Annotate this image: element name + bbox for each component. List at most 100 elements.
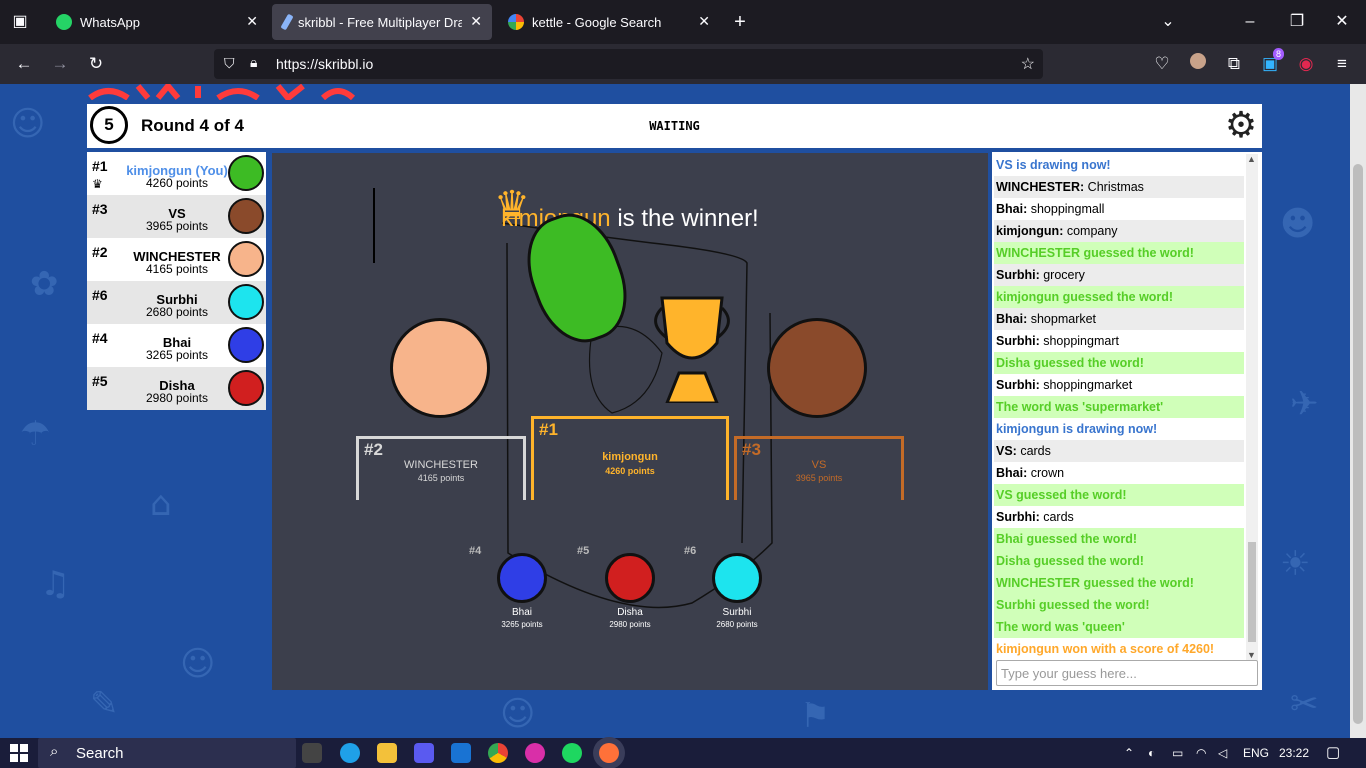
browser-app-icon[interactable] [525, 743, 545, 763]
player-row[interactable]: #3 VS 3965 points [87, 195, 266, 238]
chat-message: kimjongun is drawing now! [994, 418, 1244, 440]
clock[interactable]: 23:22 [1279, 746, 1309, 760]
player-row[interactable]: #4 Bhai 3265 points [87, 324, 266, 367]
chat-message: VS guessed the word! [994, 484, 1244, 506]
chat-author: VS: [996, 444, 1017, 458]
chat-text: grocery [1039, 268, 1085, 282]
store-icon[interactable] [414, 743, 434, 763]
tab-google[interactable]: kettle - Google Search ✕ [496, 4, 720, 40]
page-scrollbar[interactable] [1350, 84, 1366, 738]
volume-icon[interactable]: ◁ [1218, 746, 1227, 760]
tab-label: skribbl - Free Multiplayer Drawing & Gue… [298, 14, 462, 30]
player-row[interactable]: #1 ♛ kimjongun (You) 4260 points [87, 152, 266, 195]
shield-icon[interactable]: ⛉ [224, 55, 235, 72]
lock-icon[interactable]: 🔒︎ [250, 54, 257, 71]
chat-message: Bhai guessed the word! [994, 528, 1244, 550]
doodle-icon: ⚑ [800, 696, 831, 736]
chat-message: Bhai: shopmarket [994, 308, 1244, 330]
game-status: WAITING [649, 119, 700, 133]
chrome-icon[interactable] [488, 743, 508, 763]
firefox-icon[interactable] [599, 743, 619, 763]
pocket-icon[interactable]: ♡ [1150, 52, 1174, 76]
scrollbar-thumb[interactable] [1353, 164, 1363, 724]
scroll-up-icon[interactable]: ▲ [1247, 154, 1256, 164]
edge-icon[interactable] [340, 743, 360, 763]
doodle-icon: ☺ [180, 644, 216, 684]
player-avatar [228, 241, 264, 277]
url-bar[interactable]: ⛉ 🔒︎ https://skribbl.io ☆ [214, 49, 1043, 79]
player-avatar [228, 284, 264, 320]
player-row[interactable]: #5 Disha 2980 points [87, 367, 266, 410]
close-icon[interactable]: ✕ [246, 13, 258, 30]
mail-icon[interactable] [451, 743, 471, 763]
spotify-icon[interactable] [562, 743, 582, 763]
close-icon[interactable]: ✕ [470, 13, 482, 30]
extension-badge-icon[interactable]: ▣ 8 [1258, 48, 1284, 76]
chat-message: WINCHESTER: Christmas [994, 176, 1244, 198]
task-view-icon[interactable] [302, 743, 322, 763]
podium-name: WINCHESTER [404, 459, 478, 471]
menu-icon[interactable]: ≡ [1330, 52, 1354, 76]
chat-message: The word was 'queen' [994, 616, 1244, 638]
extensions-icon[interactable]: ⧉ [1222, 52, 1246, 76]
result-name: Bhai [511, 607, 532, 618]
trophy-icon [647, 293, 737, 405]
back-icon[interactable]: ← [12, 52, 36, 76]
chat-text: shopmarket [1027, 312, 1097, 326]
drawing-canvas[interactable]: kimjongun is the winner! ♛ #2 WINCHESTER… [272, 153, 988, 690]
podium-rank: #3 [742, 440, 761, 459]
notifications-icon[interactable]: ▢ [1326, 743, 1340, 761]
player-list: #1 ♛ kimjongun (You) 4260 points #3 VS 3… [87, 152, 266, 410]
bookmark-star-icon[interactable]: ☆ [1021, 54, 1035, 74]
player-row[interactable]: #2 WINCHESTER 4165 points [87, 238, 266, 281]
tab-whatsapp[interactable]: WhatsApp ✕ [44, 4, 268, 40]
player-avatar [228, 155, 264, 191]
result-points: 3265 points [501, 620, 543, 629]
chat-message: VS is drawing now! [994, 154, 1244, 176]
guess-input[interactable] [996, 660, 1258, 686]
browser-tab-bar: ▣ WhatsApp ✕ skribbl - Free Multiplayer … [0, 0, 1366, 44]
chevron-up-icon[interactable]: ⌃ [1124, 746, 1134, 760]
tab-skribbl[interactable]: skribbl - Free Multiplayer Drawing & Gue… [272, 4, 492, 40]
chat-text: kimjongun guessed the word! [996, 290, 1174, 304]
new-tab-icon[interactable]: + [728, 10, 752, 34]
minimize-icon[interactable]: – [1238, 10, 1262, 34]
doodle-icon: ☂ [20, 414, 51, 454]
eye-extension-icon[interactable]: ◉ [1294, 52, 1318, 76]
player-rank: #1 [92, 158, 108, 174]
player-row[interactable]: #6 Surbhi 2680 points [87, 281, 266, 324]
result-name: Surbhi [722, 607, 752, 618]
chat-author: Bhai: [996, 466, 1028, 480]
chat-author: Surbhi: [996, 510, 1040, 524]
windows-taskbar: ⌕ Search ⌃ ◐ ▭ ◠ ◁ ENG 23:22 ▢ [0, 738, 1366, 768]
chat-scroll-thumb[interactable] [1248, 542, 1256, 642]
podium-name: kimjongun [602, 451, 658, 463]
chat-text: kimjongun is drawing now! [996, 422, 1158, 436]
wifi-icon[interactable]: ◠ [1196, 746, 1206, 760]
scroll-down-icon[interactable]: ▼ [1247, 650, 1256, 660]
forward-icon[interactable]: → [48, 52, 72, 76]
restore-icon[interactable]: ❐ [1285, 10, 1309, 34]
doodle-icon: ♫ [40, 564, 71, 604]
chat-scrollbar[interactable]: ▲ ▼ [1246, 154, 1258, 660]
chevron-down-icon[interactable]: ⌄ [1156, 10, 1180, 34]
result-avatar [497, 553, 547, 603]
profile-avatar[interactable] [1186, 52, 1210, 76]
file-explorer-icon[interactable] [377, 743, 397, 763]
camera-icon[interactable]: ◐ [1148, 746, 1155, 760]
settings-gear-icon[interactable]: ⚙ [1223, 107, 1259, 143]
chat-text: Bhai guessed the word! [996, 532, 1137, 546]
language-indicator[interactable]: ENG [1243, 746, 1269, 760]
player-points: 2680 points [145, 305, 209, 319]
close-icon[interactable]: ✕ [698, 13, 710, 30]
taskbar-search[interactable]: ⌕ Search [38, 738, 296, 768]
doodle-icon: ✿ [30, 264, 59, 304]
windows-start-icon[interactable] [10, 744, 28, 762]
battery-icon[interactable]: ▭ [1172, 746, 1183, 760]
chat-author: Surbhi: [996, 268, 1040, 282]
tab-list-icon[interactable]: ▣ [8, 10, 32, 34]
chat-message: kimjongun guessed the word! [994, 286, 1244, 308]
reload-icon[interactable]: ↻ [84, 52, 108, 76]
close-window-icon[interactable]: ✕ [1330, 10, 1354, 34]
podium-points: 4165 points [417, 473, 465, 483]
